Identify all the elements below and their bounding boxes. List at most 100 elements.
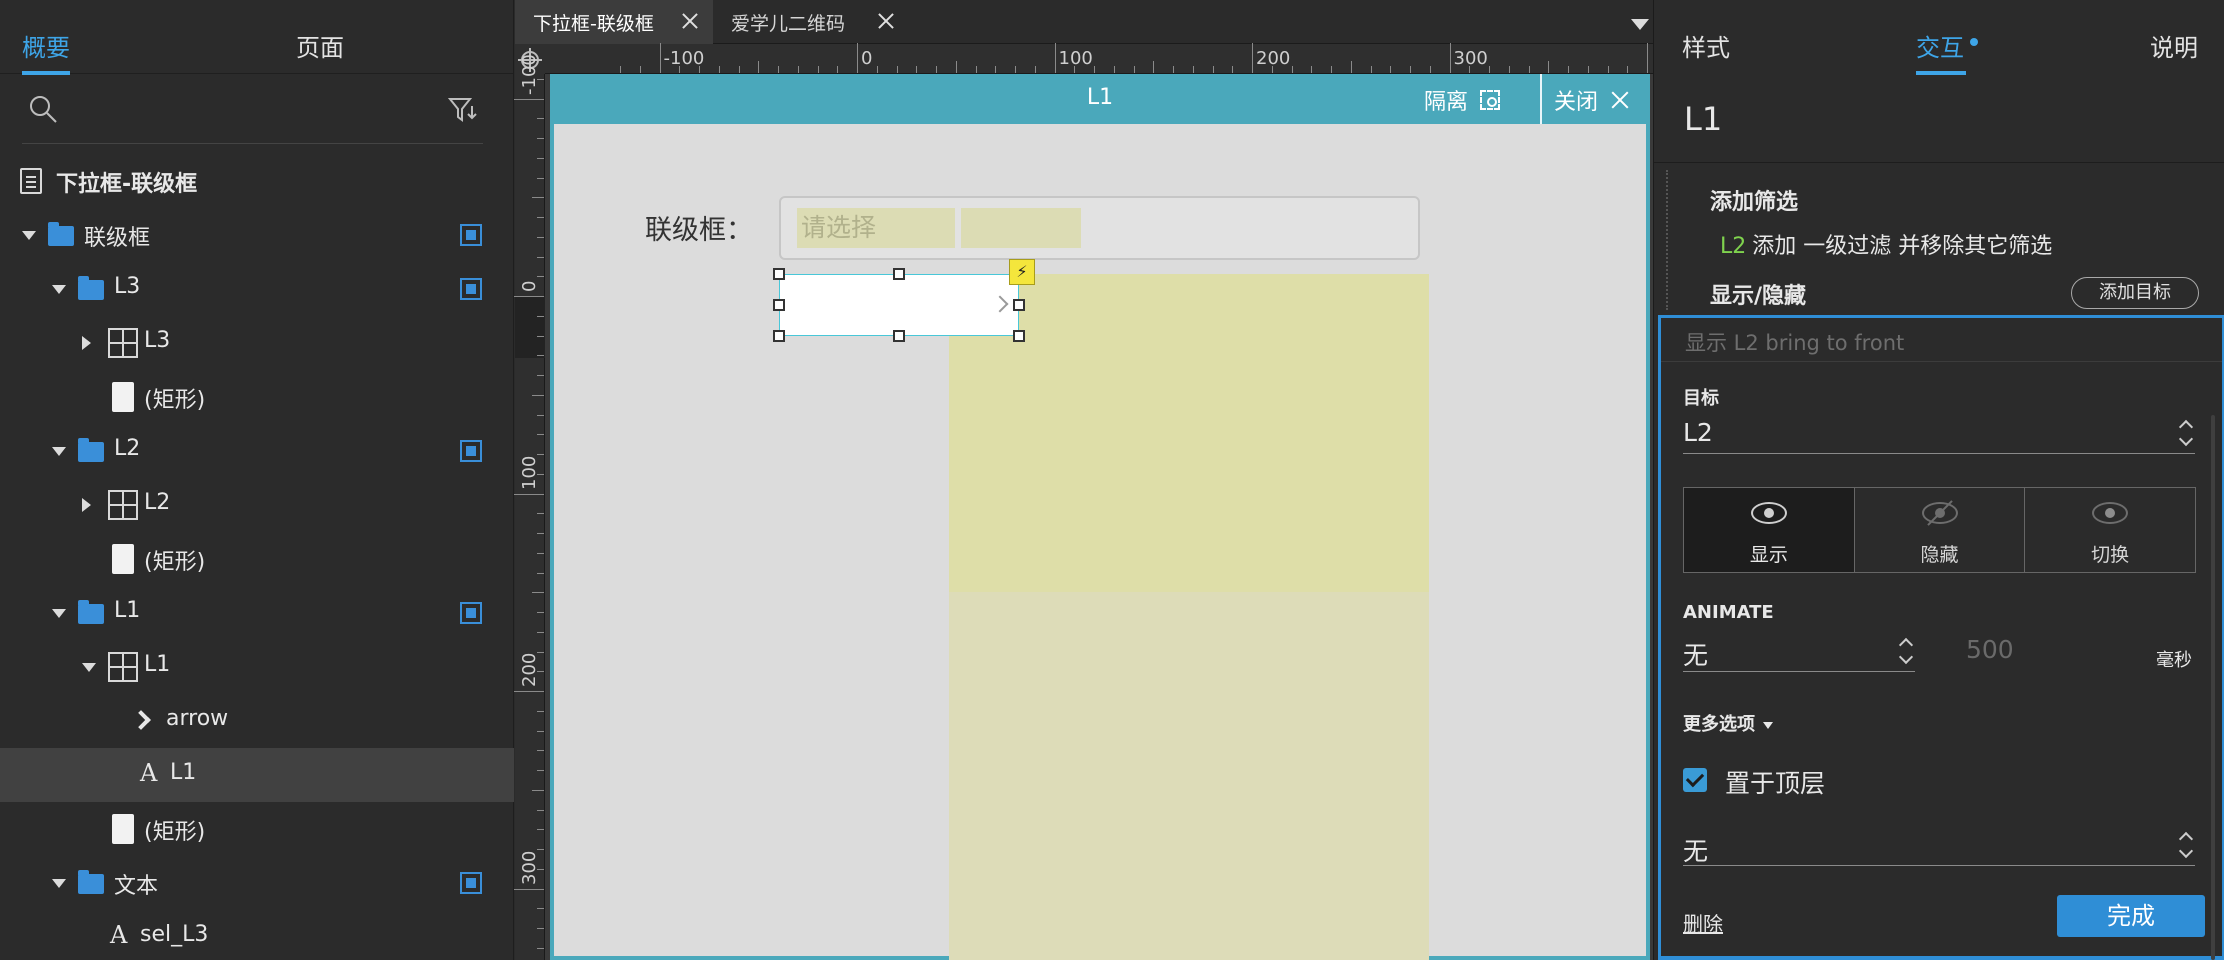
ruler-tick (955, 61, 957, 73)
resize-handle[interactable] (1013, 330, 1025, 342)
divider (1540, 74, 1542, 124)
ruler-tick (514, 296, 544, 297)
caret-down-icon[interactable] (82, 663, 96, 672)
tab-style[interactable]: 样式 (1682, 28, 1730, 63)
layer-select[interactable]: 无 (1683, 826, 2195, 866)
tab-notes[interactable]: 说明 (2150, 28, 2198, 63)
tree-item[interactable]: 文本 (0, 856, 514, 910)
show-option[interactable]: 显示 (1684, 488, 1855, 572)
resize-handle[interactable] (773, 299, 785, 311)
action-filter-detail[interactable]: L2 添加 一级过滤 并移除其它筛选 (1720, 228, 2052, 260)
caret-down-icon[interactable] (52, 285, 66, 294)
ruler-tick (537, 612, 544, 613)
ruler-tick (532, 592, 544, 594)
tree-item[interactable]: L2 (0, 478, 514, 532)
action-showhide-heading[interactable]: 显示/隐藏 (1710, 278, 1806, 310)
tree-item[interactable]: L2 (0, 424, 514, 478)
dropdown-panel-l3[interactable] (949, 592, 1429, 960)
ruler-tick (1449, 43, 1451, 73)
done-button[interactable]: 完成 (2057, 895, 2205, 937)
tree-item-label: L1 (170, 760, 197, 785)
close-icon[interactable] (681, 12, 699, 30)
widget-name-field[interactable]: L1 (1684, 100, 1722, 138)
doc-tab[interactable]: 爱学儿二维码 (713, 0, 909, 44)
duration-input[interactable]: 500 (1966, 635, 2014, 664)
animate-select[interactable]: 无 (1683, 632, 1915, 672)
close-icon[interactable] (877, 12, 895, 30)
filter-icon[interactable] (448, 96, 478, 124)
tree-item[interactable]: arrow (0, 694, 514, 748)
tree-item[interactable]: (矩形) (0, 370, 514, 424)
caret-down-icon (1763, 721, 1773, 729)
more-options-label: 更多选项 (1683, 714, 1755, 735)
tree-item[interactable]: A L1 (0, 748, 514, 802)
more-options-toggle[interactable]: 更多选项 (1683, 710, 1773, 736)
ruler-tick (936, 66, 937, 73)
visibility-toggle-icon[interactable] (460, 872, 482, 894)
tree-item[interactable]: L3 (0, 262, 514, 316)
delete-link[interactable]: 删除 (1683, 908, 1723, 937)
add-target-button[interactable]: 添加目标 (2071, 277, 2199, 309)
tree-item[interactable]: (矩形) (0, 532, 514, 586)
isolate-button[interactable]: 隔离 (1424, 84, 1501, 116)
hide-option[interactable]: 隐藏 (1855, 488, 2026, 572)
toggle-label: 切换 (2091, 544, 2130, 566)
tab-overview[interactable]: 概要 (22, 28, 70, 75)
canvas-area: 下拉框-联级框 爱学儿二维码 -100 0 100 200 300 -100 0 100 20… (514, 0, 1653, 960)
dropdown-panel-l2[interactable] (949, 274, 1429, 592)
caret-down-icon[interactable] (52, 447, 66, 456)
resize-handle[interactable] (773, 268, 785, 280)
combo-segment (961, 208, 1081, 248)
tree-item[interactable]: 下拉框-联级框 (0, 154, 514, 208)
resize-handle[interactable] (1013, 299, 1025, 311)
close-label: 关闭 (1554, 90, 1599, 115)
tab-pages[interactable]: 页面 (296, 28, 344, 63)
visibility-toggle-icon[interactable] (460, 440, 482, 462)
caret-down-icon[interactable] (22, 231, 36, 240)
tree-item[interactable]: L1 (0, 640, 514, 694)
ruler-tick (537, 375, 544, 376)
visibility-toggle-icon[interactable] (460, 224, 482, 246)
ruler-label: 200 (519, 652, 540, 687)
folder-icon (78, 276, 104, 300)
bring-to-front-checkbox[interactable] (1683, 768, 1707, 792)
ruler-tick (1508, 66, 1510, 73)
caret-down-icon[interactable] (52, 879, 66, 888)
lightning-icon[interactable]: ⚡ (1009, 259, 1035, 285)
action-summary: 显示 L2 bring to front (1661, 318, 2222, 362)
caret-down-icon[interactable] (52, 609, 66, 618)
ruler-tick (537, 217, 544, 218)
bring-to-front-label[interactable]: 置于顶层 (1725, 764, 1825, 800)
chevron-down-icon[interactable] (1631, 19, 1649, 30)
caret-right-icon[interactable] (82, 498, 91, 512)
tree-item-label: (矩形) (144, 388, 206, 413)
cascade-combo-box[interactable]: 请选择 (779, 196, 1420, 260)
search-icon[interactable] (28, 94, 58, 124)
tree-item[interactable]: 联级框 (0, 208, 514, 262)
tree-item-label: sel_L3 (140, 922, 209, 947)
tree-item[interactable]: (矩形) (0, 802, 514, 856)
resize-handle[interactable] (893, 268, 905, 280)
visibility-toggle-icon[interactable] (460, 602, 482, 624)
folder-icon (78, 438, 104, 462)
cascade-label: 联级框： (645, 215, 753, 246)
caret-right-icon[interactable] (82, 336, 91, 350)
updown-icon (1899, 638, 1913, 666)
visibility-toggle-icon[interactable] (460, 278, 482, 300)
resize-handle[interactable] (773, 330, 785, 342)
tree-item-label: 联级框 (84, 226, 151, 251)
resize-handle[interactable] (893, 330, 905, 342)
tab-interactions[interactable]: 交互 (1916, 28, 1966, 75)
tree-item[interactable]: Asel_L3 (0, 910, 514, 960)
ruler-tick (537, 947, 544, 949)
selected-widget-l1[interactable]: ⚡ (773, 259, 1035, 342)
toggle-option[interactable]: 切换 (2025, 488, 2195, 572)
tree-item[interactable]: L1 (0, 586, 514, 640)
scrollbar[interactable] (2211, 415, 2215, 960)
action-filter-heading[interactable]: 添加筛选 (1710, 184, 1798, 216)
close-isolate-button[interactable]: 关闭 (1554, 84, 1630, 116)
tree-item[interactable]: L3 (0, 316, 514, 370)
tree-item-label: L2 (114, 436, 141, 461)
target-select[interactable]: L2 (1683, 414, 2195, 454)
doc-tab-active[interactable]: 下拉框-联级框 (515, 0, 713, 44)
